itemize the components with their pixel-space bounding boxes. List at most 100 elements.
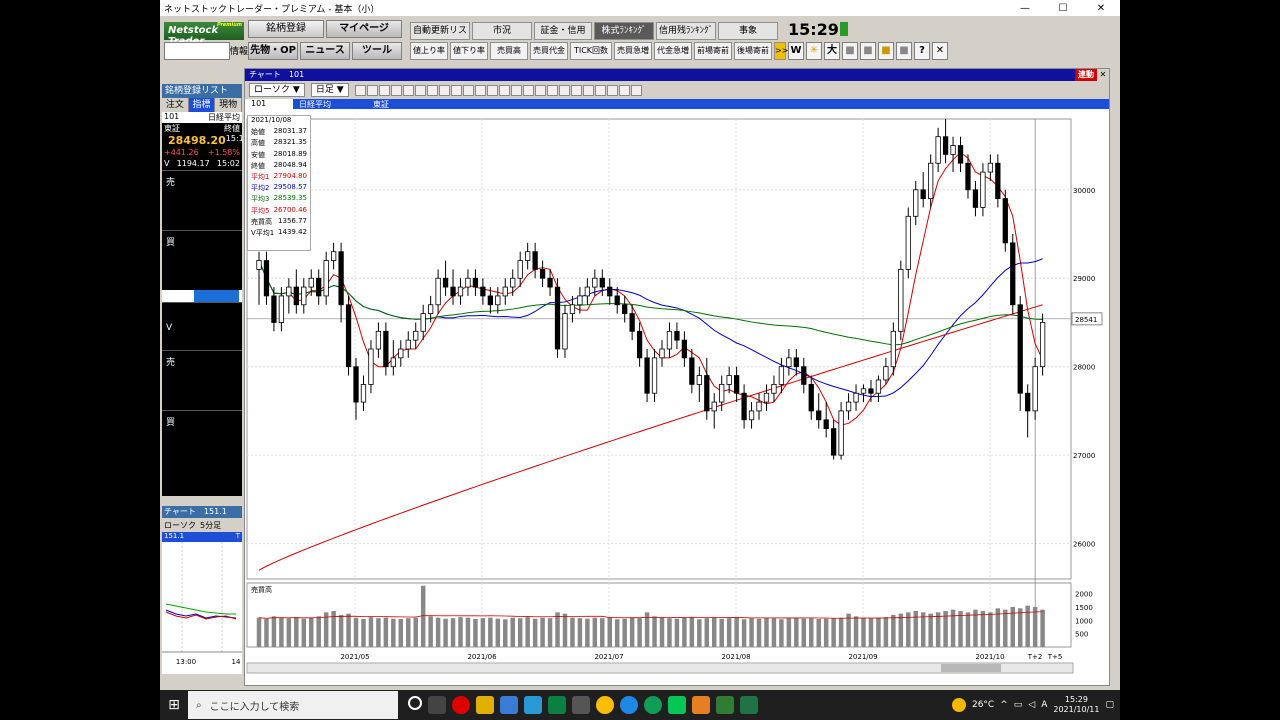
tab-market[interactable]: 市況 xyxy=(472,22,532,40)
list-icon[interactable] xyxy=(402,84,414,96)
app-green-icon[interactable] xyxy=(548,696,566,714)
chart-interval-select[interactable]: 日足 ▼ xyxy=(310,83,349,97)
weather-temp[interactable]: 26°C xyxy=(972,700,994,710)
edge-icon[interactable] xyxy=(644,696,662,714)
cortana-icon[interactable] xyxy=(408,696,422,710)
tab-events[interactable]: 事象 xyxy=(718,22,778,40)
candle-body xyxy=(711,401,717,412)
ranking-volume-surge[interactable]: 売買急増 xyxy=(614,42,652,60)
compare-icon[interactable] xyxy=(618,84,630,96)
ranking-gainers[interactable]: 値上り率 xyxy=(410,42,448,60)
ie-icon[interactable] xyxy=(620,696,638,714)
ranking-losers[interactable]: 値下り率 xyxy=(450,42,488,60)
excel-icon[interactable] xyxy=(740,696,758,714)
ranking-turnover[interactable]: 売買代金 xyxy=(530,42,568,60)
lock-icon[interactable]: ■ xyxy=(878,42,894,60)
register-symbol-button[interactable]: 銘柄登録 xyxy=(248,20,324,38)
indicator-icon[interactable] xyxy=(606,84,618,96)
ranking-more-button[interactable]: >> xyxy=(774,42,788,60)
chart-type-select[interactable]: ローソク ▼ xyxy=(249,83,305,97)
taskbar-clock[interactable]: 15:29 2021/10/11 xyxy=(1053,695,1099,715)
ranking-turnover-surge[interactable]: 代金急増 xyxy=(654,42,692,60)
minimize-button[interactable]: — xyxy=(1006,3,1044,14)
copy-icon[interactable] xyxy=(546,84,558,96)
tab-stock-ranking[interactable]: 株式ﾗﾝｷﾝｸﾞ xyxy=(594,22,654,40)
tools-button[interactable]: ツール xyxy=(352,42,402,60)
tab-cash[interactable]: 現物 xyxy=(215,98,243,112)
chrome-icon[interactable] xyxy=(596,696,614,714)
mail-icon[interactable] xyxy=(500,696,518,714)
cursor-icon[interactable] xyxy=(426,84,438,96)
large-font-icon[interactable]: 大 xyxy=(824,42,840,60)
news-button[interactable]: ニュース xyxy=(300,42,350,60)
zoom-icon[interactable] xyxy=(366,84,378,96)
crosshair-icon[interactable] xyxy=(354,84,366,96)
netstock-icon[interactable] xyxy=(716,696,734,714)
record-app-icon[interactable] xyxy=(452,696,470,714)
volume-bar xyxy=(600,618,605,647)
grid-icon[interactable] xyxy=(378,84,390,96)
chart-settings-icon[interactable] xyxy=(594,84,606,96)
ranking-afternoon-pre[interactable]: 後場寄前 xyxy=(734,42,772,60)
link-badge[interactable]: 連動 xyxy=(1075,69,1097,81)
volume-icon[interactable]: ◁ xyxy=(1028,700,1035,710)
maximize-button[interactable]: ☐ xyxy=(1044,3,1082,14)
fib-icon[interactable] xyxy=(486,84,498,96)
mypage-button[interactable]: マイページ xyxy=(326,20,402,38)
export-icon[interactable] xyxy=(582,84,594,96)
chart-symbol-code[interactable]: 101 xyxy=(245,99,293,109)
rect-icon[interactable] xyxy=(498,84,510,96)
help-icon[interactable]: ? xyxy=(914,42,930,60)
photos-icon[interactable] xyxy=(572,696,590,714)
mini-chart-interval-select[interactable]: 5分足 xyxy=(200,520,221,531)
window-icon[interactable]: ■ xyxy=(842,42,858,60)
w-icon[interactable]: W xyxy=(788,42,804,60)
weather-icon[interactable] xyxy=(951,698,966,712)
tray-chevron-icon[interactable]: ^ xyxy=(1000,700,1008,710)
task-view-icon[interactable] xyxy=(428,696,446,714)
pen-icon[interactable] xyxy=(534,84,546,96)
exit-icon[interactable]: ✕ xyxy=(932,42,948,60)
candle-body xyxy=(890,330,896,368)
star-icon[interactable]: ✳ xyxy=(806,42,822,60)
save-icon[interactable] xyxy=(558,84,570,96)
candlestick-chart[interactable]: 26000 27000 28000 29000 30000 2021/05 2021/06 2… xyxy=(245,111,1109,687)
ranking-morning-pre[interactable]: 前場寄前 xyxy=(694,42,732,60)
watchlist-symbol-row[interactable]: 101 日経平均 xyxy=(162,112,242,123)
trend-icon[interactable] xyxy=(474,84,486,96)
print-icon[interactable]: ■ xyxy=(896,42,912,60)
print-icon[interactable] xyxy=(570,84,582,96)
table-icon[interactable] xyxy=(390,84,402,96)
futures-op-button[interactable]: 先物・OP xyxy=(248,42,298,60)
tab-index[interactable]: 指標 xyxy=(188,98,216,112)
ime-indicator[interactable]: A xyxy=(1041,700,1047,710)
symbol-input[interactable] xyxy=(164,42,230,60)
mini-chart-type-select[interactable]: ローソク xyxy=(164,520,196,531)
color-icon[interactable] xyxy=(522,84,534,96)
tab-auto-update-list[interactable]: 自動更新リスト xyxy=(410,22,470,52)
volume-tick-label: 2000 xyxy=(1075,591,1093,599)
network-icon[interactable]: ▭ xyxy=(1014,700,1023,710)
close-button[interactable]: ✕ xyxy=(1082,3,1120,14)
explorer-icon[interactable] xyxy=(476,696,494,714)
tab-margin-ranking[interactable]: 信用残ﾗﾝｷﾝｸﾞ xyxy=(656,22,716,40)
refresh-icon[interactable] xyxy=(630,84,642,96)
tab-margin[interactable]: 証金・信用 xyxy=(534,22,592,40)
tab-order[interactable]: 注文 xyxy=(162,98,189,112)
line-icon[interactable] xyxy=(668,696,686,714)
windows-start-icon[interactable]: ⊞ xyxy=(160,690,188,720)
search-icon[interactable] xyxy=(510,84,522,96)
layout-icon[interactable]: ■ xyxy=(860,42,876,60)
ranking-volume[interactable]: 売買高 xyxy=(490,42,528,60)
settings-icon[interactable] xyxy=(414,84,426,96)
draw-icon[interactable] xyxy=(450,84,462,96)
volume-bar xyxy=(950,609,956,647)
app-orange-icon[interactable] xyxy=(692,696,710,714)
chart-close-icon[interactable]: ✕ xyxy=(1097,69,1109,81)
taskbar-search[interactable]: ⌕ ここに入力して検索 xyxy=(188,691,398,719)
notification-icon[interactable]: ▢ xyxy=(1105,700,1114,710)
line-icon[interactable] xyxy=(462,84,474,96)
store-icon[interactable] xyxy=(524,696,542,714)
ranking-tick-count[interactable]: TICK回数 xyxy=(570,42,612,60)
text-icon[interactable] xyxy=(438,84,450,96)
